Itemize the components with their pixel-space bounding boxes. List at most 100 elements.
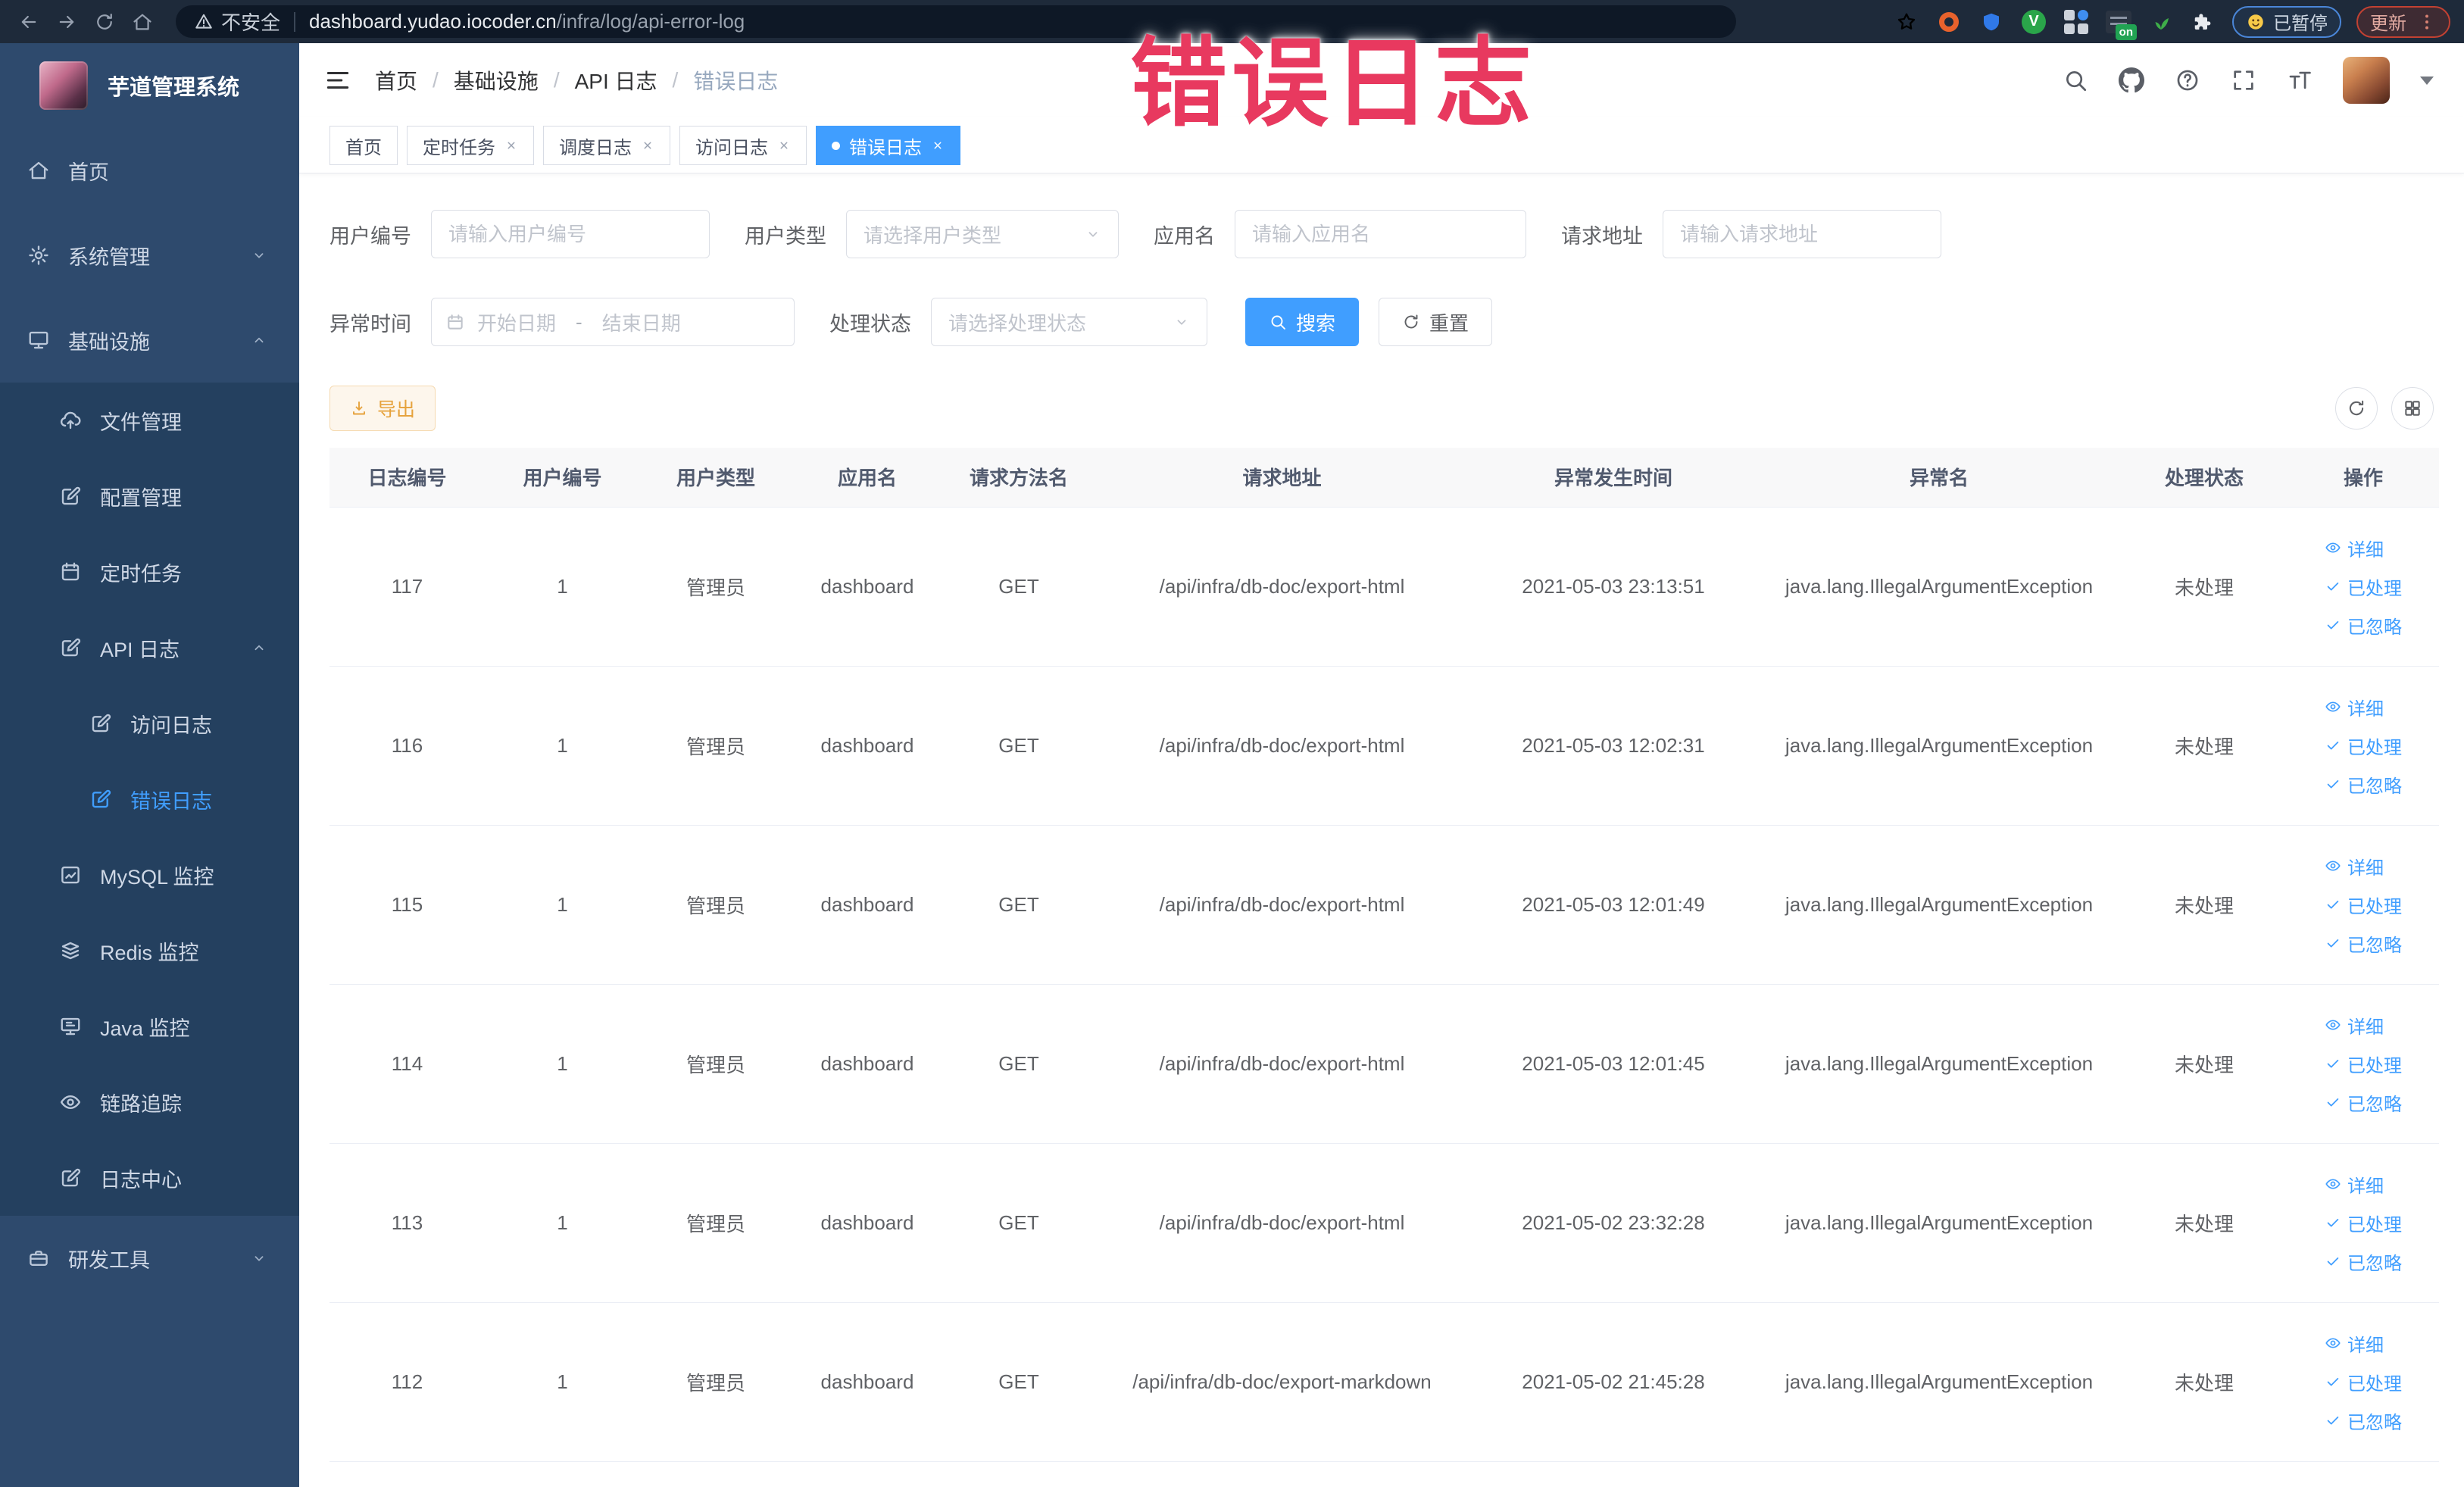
url-path: /infra/log/api-error-log xyxy=(556,10,745,33)
sidebar-item-config[interactable]: 配置管理 xyxy=(0,458,299,534)
omnibox-separator xyxy=(294,11,296,32)
page-content: 用户编号 用户类型 请选择用户类型 应用名 请求地址 xyxy=(299,173,2464,1462)
sidebar-item-trace[interactable]: 链路追踪 xyxy=(0,1064,299,1140)
extension-leaf-icon[interactable] xyxy=(2147,8,2175,36)
tab-close-icon[interactable] xyxy=(504,139,518,152)
chrome-update-badge[interactable]: 更新 xyxy=(2356,5,2450,38)
column-settings-button[interactable] xyxy=(2391,387,2434,430)
tab-访问日志[interactable]: 访问日志 xyxy=(679,126,807,165)
header-search-icon[interactable] xyxy=(2063,67,2088,93)
export-button[interactable]: 导出 xyxy=(329,386,436,431)
extension-orange-icon[interactable] xyxy=(1935,8,1963,36)
sidebar-item-system[interactable]: 系统管理 xyxy=(0,213,299,298)
breadcrumb-item[interactable]: 首页 xyxy=(375,65,417,95)
security-label: 不安全 xyxy=(221,11,281,34)
refresh-icon xyxy=(1402,313,1420,331)
close-icon xyxy=(780,142,788,149)
request-url-input[interactable] xyxy=(1663,210,1941,258)
profile-paused-badge[interactable]: 已暂停 xyxy=(2232,5,2341,38)
user-id-input[interactable] xyxy=(431,210,710,258)
breadcrumb-item[interactable]: 基础设施 xyxy=(454,65,539,95)
action-详细[interactable]: 详细 xyxy=(2325,1171,2384,1198)
security-chip[interactable]: 不安全 xyxy=(194,8,280,36)
extension-v-icon[interactable]: V xyxy=(2020,8,2047,36)
tab-close-icon[interactable] xyxy=(641,139,654,152)
process-status-select[interactable]: 请选择处理状态 xyxy=(931,298,1207,346)
table-cell: dashboard xyxy=(792,666,943,826)
reset-button[interactable]: 重置 xyxy=(1379,298,1493,346)
avatar-caret-icon[interactable] xyxy=(2420,76,2434,85)
sidebar-item-api-log[interactable]: API 日志 xyxy=(0,610,299,686)
sidebar-item-log-center[interactable]: 日志中心 xyxy=(0,1140,299,1216)
table-refresh-button[interactable] xyxy=(2335,387,2378,430)
table-cell: 2021-05-02 23:32:28 xyxy=(1469,1143,1757,1303)
tab-错误日志[interactable]: 错误日志 xyxy=(816,126,960,165)
sidebar-logo-row[interactable]: 芋道管理系统 xyxy=(0,43,299,128)
action-已忽略[interactable]: 已忽略 xyxy=(2325,1407,2402,1434)
app-name-input[interactable] xyxy=(1235,210,1526,258)
browser-reload-icon[interactable] xyxy=(89,7,120,37)
action-已忽略[interactable]: 已忽略 xyxy=(2325,771,2402,798)
action-已忽略[interactable]: 已忽略 xyxy=(2325,1248,2402,1275)
extensions-puzzle-icon[interactable] xyxy=(2190,8,2217,36)
header-search-icon xyxy=(2066,71,2087,92)
sidebar-item-home[interactable]: 首页 xyxy=(0,128,299,213)
action-详细[interactable]: 详细 xyxy=(2325,535,2384,561)
sidebar-item-error-log[interactable]: 错误日志 xyxy=(0,761,299,837)
action-已处理[interactable]: 已处理 xyxy=(2325,733,2402,759)
sidebar-item-java[interactable]: Java 监控 xyxy=(0,989,299,1064)
action-已忽略[interactable]: 已忽略 xyxy=(2325,612,2402,639)
tab-close-icon[interactable] xyxy=(777,139,791,152)
table-cell: GET xyxy=(943,984,1095,1144)
action-已处理[interactable]: 已处理 xyxy=(2325,573,2402,600)
download-icon xyxy=(350,399,368,417)
breadcrumb-item[interactable]: API 日志 xyxy=(575,65,657,95)
exception-time-range-picker[interactable]: 开始日期 - 结束日期 xyxy=(431,298,795,346)
tab-首页[interactable]: 首页 xyxy=(329,126,398,165)
address-bar[interactable]: 不安全 dashboard.yudao.iocoder.cn/infra/log… xyxy=(176,5,1736,38)
hamburger-icon[interactable] xyxy=(323,66,352,95)
user-avatar[interactable] xyxy=(2343,57,2390,104)
active-tab-dot xyxy=(832,141,840,150)
action-已处理[interactable]: 已处理 xyxy=(2325,1210,2402,1236)
extension-grid-icon[interactable] xyxy=(2063,8,2090,36)
chevron-down-icon xyxy=(255,253,264,258)
action-详细[interactable]: 详细 xyxy=(2325,1012,2384,1039)
action-已忽略[interactable]: 已忽略 xyxy=(2325,930,2402,957)
help-icon[interactable] xyxy=(2175,67,2200,93)
check-icon xyxy=(2327,1378,2339,1386)
column-header: 异常名 xyxy=(1757,448,2121,508)
sidebar-item-access-log[interactable]: 访问日志 xyxy=(0,686,299,761)
sidebar-item-infra[interactable]: 基础设施 xyxy=(0,298,299,383)
extensions-puzzle-icon xyxy=(2194,13,2211,30)
github-icon[interactable] xyxy=(2119,67,2144,93)
fullscreen-icon[interactable] xyxy=(2231,67,2256,93)
action-详细[interactable]: 详细 xyxy=(2325,1330,2384,1357)
user-type-select[interactable]: 请选择用户类型 xyxy=(846,210,1119,258)
tab-定时任务[interactable]: 定时任务 xyxy=(407,126,534,165)
action-详细[interactable]: 详细 xyxy=(2325,694,2384,720)
extension-shield-icon[interactable] xyxy=(1978,8,2005,36)
action-已处理[interactable]: 已处理 xyxy=(2325,1051,2402,1077)
sidebar-item-label: 文件管理 xyxy=(100,411,182,434)
table-cell: GET xyxy=(943,1143,1095,1303)
font-size-icon[interactable] xyxy=(2287,67,2313,93)
action-已处理[interactable]: 已处理 xyxy=(2325,892,2402,918)
sidebar-item-job[interactable]: 定时任务 xyxy=(0,534,299,610)
sidebar-item-dev-tool[interactable]: 研发工具 xyxy=(0,1216,299,1301)
action-详细[interactable]: 详细 xyxy=(2325,853,2384,879)
sidebar-item-redis[interactable]: Redis 监控 xyxy=(0,913,299,989)
browser-menu-dots-icon[interactable] xyxy=(2417,12,2437,32)
search-button[interactable]: 搜索 xyxy=(1245,298,1360,346)
browser-home-icon[interactable] xyxy=(127,7,158,37)
sidebar-item-mysql[interactable]: MySQL 监控 xyxy=(0,837,299,913)
browser-back-icon[interactable] xyxy=(14,7,44,37)
browser-forward-icon[interactable] xyxy=(52,7,82,37)
action-已处理[interactable]: 已处理 xyxy=(2325,1369,2402,1395)
tab-close-icon[interactable] xyxy=(931,139,945,152)
action-已忽略[interactable]: 已忽略 xyxy=(2325,1089,2402,1116)
extension-on-icon[interactable]: on xyxy=(2105,8,2137,40)
bookmark-star-icon[interactable] xyxy=(1893,8,1920,36)
sidebar-item-file[interactable]: 文件管理 xyxy=(0,383,299,458)
tab-调度日志[interactable]: 调度日志 xyxy=(543,126,670,165)
